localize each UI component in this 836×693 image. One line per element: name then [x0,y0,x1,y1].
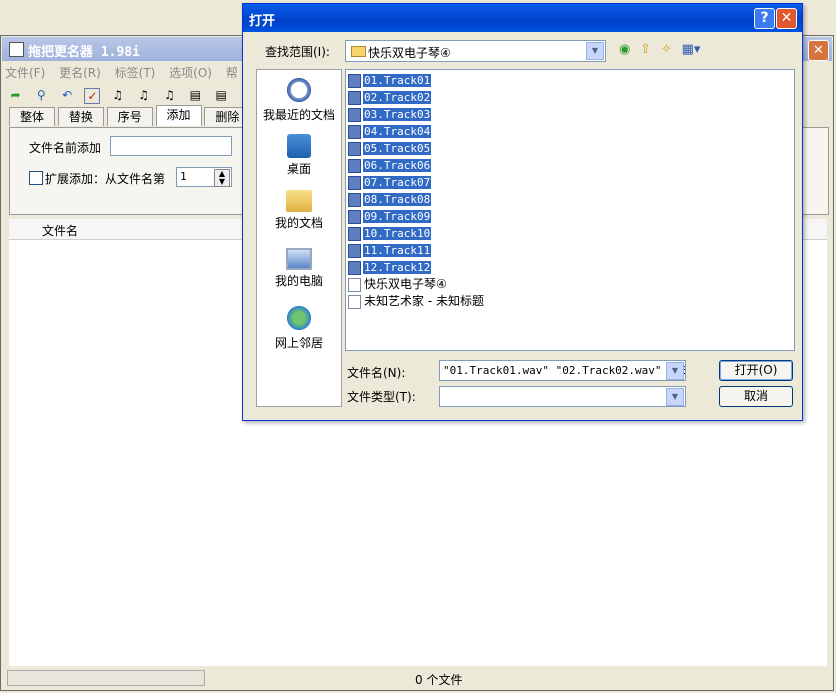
playlist-file-icon [348,277,361,292]
prefix-label: 文件名前添加 [29,141,102,155]
nav-toolbar: ◉ ⇧ ✧ ▦▾ [619,42,706,57]
audio-file-icon [348,209,361,224]
recent-docs-icon [285,76,313,104]
back-icon[interactable]: ◉ [619,42,630,57]
toolbar: ➦ ⚲ ↶ ✓ ♫ ♫ ♫ ▤ ▤ ▤ [7,87,260,107]
filename-value: "01.Track01.wav" "02.Track02.wav" "03. [443,364,686,377]
new-folder-icon[interactable]: ✧ [661,42,672,57]
my-computer-icon [286,248,312,270]
list-item[interactable]: 03.Track03 [348,106,432,122]
place-network[interactable]: 网上邻居 [257,304,341,351]
place-my-computer[interactable]: 我的电脑 [257,248,341,289]
check-icon[interactable]: ✓ [84,87,101,104]
text-file-icon [348,294,361,309]
desktop-icon [287,134,311,158]
menu-options[interactable]: 选项(O) [169,63,212,83]
audio-file-icon [348,192,361,207]
audio-file-icon [348,226,361,241]
menu-help[interactable]: 帮 [226,63,238,83]
audio-file-icon [348,73,361,88]
status-file-count: 0 个文件 [415,673,463,687]
audio-file-icon [348,158,361,173]
list-item[interactable]: 01.Track01 [348,72,432,88]
open-button[interactable]: 打开(O) [719,360,793,381]
extend-add-label: 扩展添加：从文件名第 [45,172,166,186]
place-recent[interactable]: 我最近的文档 [257,76,341,123]
prefix-input[interactable] [110,136,232,156]
dialog-file-list[interactable]: 01.Track01 02.Track02 03.Track03 04.Trac… [345,69,795,351]
list-item[interactable]: 06.Track06 [348,157,432,173]
list-item[interactable]: 08.Track08 [348,191,432,207]
main-title: 拖把更名器 1.98i [28,45,140,60]
places-bar: 我最近的文档 桌面 我的文档 我的电脑 网上邻居 [256,69,342,407]
lookin-combo[interactable]: 快乐双电子琴④ ▼ [345,40,606,62]
tab-sequence[interactable]: 序号 [106,107,153,126]
undo-icon[interactable]: ↶ [59,87,76,104]
music-tag3-icon[interactable]: ♫ [161,87,178,104]
audio-file-icon [348,260,361,275]
tab-strip: 整体 替换 序号 添加 删除 [9,105,251,127]
music-tag4-icon[interactable]: ▤ [187,87,204,104]
filetype-combo[interactable]: ▼ [439,386,686,407]
open-dialog: 打开 ? ✕ 查找范围(I): 快乐双电子琴④ ▼ ◉ ⇧ ✧ ▦▾ 我最近的文… [242,3,803,421]
place-desktop[interactable]: 桌面 [257,134,341,177]
my-documents-icon [286,190,312,212]
search-icon[interactable]: ⚲ [33,87,50,104]
help-button[interactable]: ? [754,8,775,29]
status-progress [7,670,205,686]
audio-file-icon [348,107,361,122]
list-item[interactable]: 07.Track07 [348,174,432,190]
list-item[interactable]: 12.Track12 [348,259,432,275]
audio-file-icon [348,175,361,190]
folder-icon [351,46,366,57]
position-spinner-value: 1 [180,170,187,183]
list-item[interactable]: 05.Track05 [348,140,432,156]
extend-add-checkbox[interactable] [29,171,43,185]
tab-replace[interactable]: 替换 [57,107,104,126]
open-folder-icon[interactable]: ➦ [7,87,24,104]
spinner-arrows-icon[interactable]: ▲ ▼ [214,169,230,187]
chevron-down-icon[interactable]: ▼ [666,362,684,380]
list-item[interactable]: 02.Track02 [348,89,432,105]
audio-file-icon [348,124,361,139]
menubar: 文件(F) 更名(R) 标签(T) 选项(O) 帮 [5,63,248,83]
list-item[interactable]: 11.Track11 [348,242,432,258]
up-folder-icon[interactable]: ⇧ [640,42,651,57]
place-my-documents[interactable]: 我的文档 [257,190,341,231]
cancel-button[interactable]: 取消 [719,386,793,407]
music-tag2-icon[interactable]: ♫ [135,87,152,104]
menu-file[interactable]: 文件(F) [5,63,45,83]
list-item[interactable]: 09.Track09 [348,208,432,224]
tab-add[interactable]: 添加 [155,105,202,126]
audio-file-icon [348,90,361,105]
menu-tag[interactable]: 标签(T) [115,63,156,83]
list-item[interactable]: 未知艺术家 - 未知标题 [348,293,485,309]
view-menu-icon[interactable]: ▦▾ [682,42,701,57]
main-close-button[interactable]: ✕ [808,40,829,61]
lookin-label: 查找范围(I): [265,45,330,59]
menu-rename[interactable]: 更名(R) [59,63,101,83]
chevron-down-icon[interactable]: ▼ [586,42,604,60]
audio-file-icon [348,243,361,258]
filetype-label: 文件类型(T): [347,390,416,404]
list-icon[interactable]: ▤ [213,87,230,104]
list-item[interactable]: 快乐双电子琴④ [348,276,448,292]
position-spinner[interactable]: 1 ▲ ▼ [176,167,232,187]
status-bar: 0 个文件 [5,668,829,688]
tab-overall[interactable]: 整体 [9,107,56,126]
list-item[interactable]: 04.Track04 [348,123,432,139]
app-icon [9,42,24,57]
lookin-value: 快乐双电子琴④ [368,46,451,60]
dialog-title: 打开 [249,14,276,29]
audio-file-icon [348,141,361,156]
chevron-down-icon[interactable]: ▼ [666,388,684,406]
dialog-close-button[interactable]: ✕ [776,8,797,29]
network-places-icon [285,304,313,332]
list-item[interactable]: 10.Track10 [348,225,432,241]
dialog-title-bar[interactable]: 打开 ? ✕ [243,4,802,32]
column-filename[interactable]: 文件名 [42,222,78,239]
filename-label: 文件名(N): [347,366,406,380]
filename-input[interactable]: "01.Track01.wav" "02.Track02.wav" "03. ▼ [439,360,686,381]
music-tag-icon[interactable]: ♫ [109,87,126,104]
